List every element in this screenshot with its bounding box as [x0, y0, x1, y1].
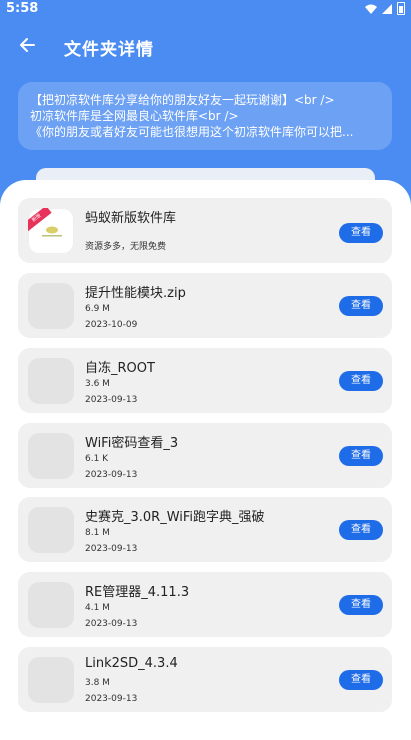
share-message-box: 【把初凉软件库分享给你的朋友好友一起玩谢谢】<br /> 初凉软件库是全网最良心… — [18, 82, 392, 150]
toolbar: 文件夹详情 — [0, 28, 411, 64]
file-thumbnail-icon — [28, 657, 74, 703]
file-thumbnail-icon — [28, 283, 74, 329]
item-name: 蚂蚁新版软件库 — [85, 211, 177, 226]
item-date: 2023-10-09 — [85, 320, 138, 330]
item-date: 2023-09-13 — [85, 694, 138, 704]
item-name: Link2SD_4.3.4 — [85, 656, 178, 671]
status-bar: 5:58 — [0, 0, 411, 18]
list-item[interactable]: 史赛克_3.0R_WiFi跑字典_强破 8.1 M 2023-09-13 查看 — [18, 497, 392, 562]
ant-logo-icon — [42, 226, 62, 237]
list-item[interactable]: 自冻_ROOT 3.6 M 2023-09-13 查看 — [18, 348, 392, 413]
item-date: 2023-09-13 — [85, 395, 138, 405]
share-line-2: 初凉软件库是全网最良心软件库<br /> — [30, 109, 239, 123]
list-item[interactable]: Link2SD_4.3.4 3.8 M 2023-09-13 查看 — [18, 647, 392, 712]
page-title: 文件夹详情 — [64, 40, 154, 60]
item-date: 2023-09-13 — [85, 619, 138, 629]
item-size: 6.1 K — [85, 454, 109, 464]
signal-icon — [382, 3, 392, 14]
list-item-featured-app[interactable]: 新版 蚂蚁新版软件库 资源多多，无限免费 查看 — [18, 198, 392, 263]
file-thumbnail-icon — [28, 582, 74, 628]
view-button[interactable]: 查看 — [339, 520, 383, 540]
list-item[interactable]: 提升性能模块.zip 6.9 M 2023-10-09 查看 — [18, 273, 392, 338]
back-arrow-icon[interactable] — [16, 34, 38, 56]
item-date: 2023-09-13 — [85, 544, 138, 554]
view-button[interactable]: 查看 — [339, 371, 383, 391]
item-name: 自冻_ROOT — [85, 361, 155, 376]
item-name: RE管理器_4.11.3 — [85, 585, 190, 600]
file-thumbnail-icon — [28, 433, 74, 479]
item-size: 6.9 M — [85, 304, 110, 314]
list-item[interactable]: WiFi密码查看_3 6.1 K 2023-09-13 查看 — [18, 423, 392, 488]
view-button[interactable]: 查看 — [339, 446, 383, 466]
share-line-3: 《你的朋友或者好友可能也很想用这个初凉软件库你可以把... — [30, 125, 354, 139]
app-logo-icon: 新版 — [28, 208, 74, 254]
wifi-icon — [365, 4, 377, 14]
item-name: 提升性能模块.zip — [85, 286, 186, 301]
share-line-1: 【把初凉软件库分享给你的朋友好友一起玩谢谢】<br /> — [30, 93, 335, 107]
item-size: 8.1 M — [85, 528, 110, 538]
item-size: 4.1 M — [85, 603, 110, 613]
item-date: 2023-09-13 — [85, 470, 138, 480]
view-button[interactable]: 查看 — [339, 223, 383, 243]
item-description: 资源多多，无限免费 — [85, 242, 167, 252]
item-name: 史赛克_3.0R_WiFi跑字典_强破 — [85, 510, 265, 525]
item-name: WiFi密码查看_3 — [85, 436, 179, 451]
file-thumbnail-icon — [28, 358, 74, 404]
status-icons — [365, 2, 405, 15]
item-size: 3.8 M — [85, 678, 110, 688]
battery-icon — [397, 2, 405, 15]
view-button[interactable]: 查看 — [339, 670, 383, 690]
view-button[interactable]: 查看 — [339, 595, 383, 615]
list-item[interactable]: RE管理器_4.11.3 4.1 M 2023-09-13 查看 — [18, 572, 392, 637]
view-button[interactable]: 查看 — [339, 296, 383, 316]
file-thumbnail-icon — [28, 507, 74, 553]
item-size: 3.6 M — [85, 379, 110, 389]
status-time: 5:58 — [6, 1, 39, 16]
